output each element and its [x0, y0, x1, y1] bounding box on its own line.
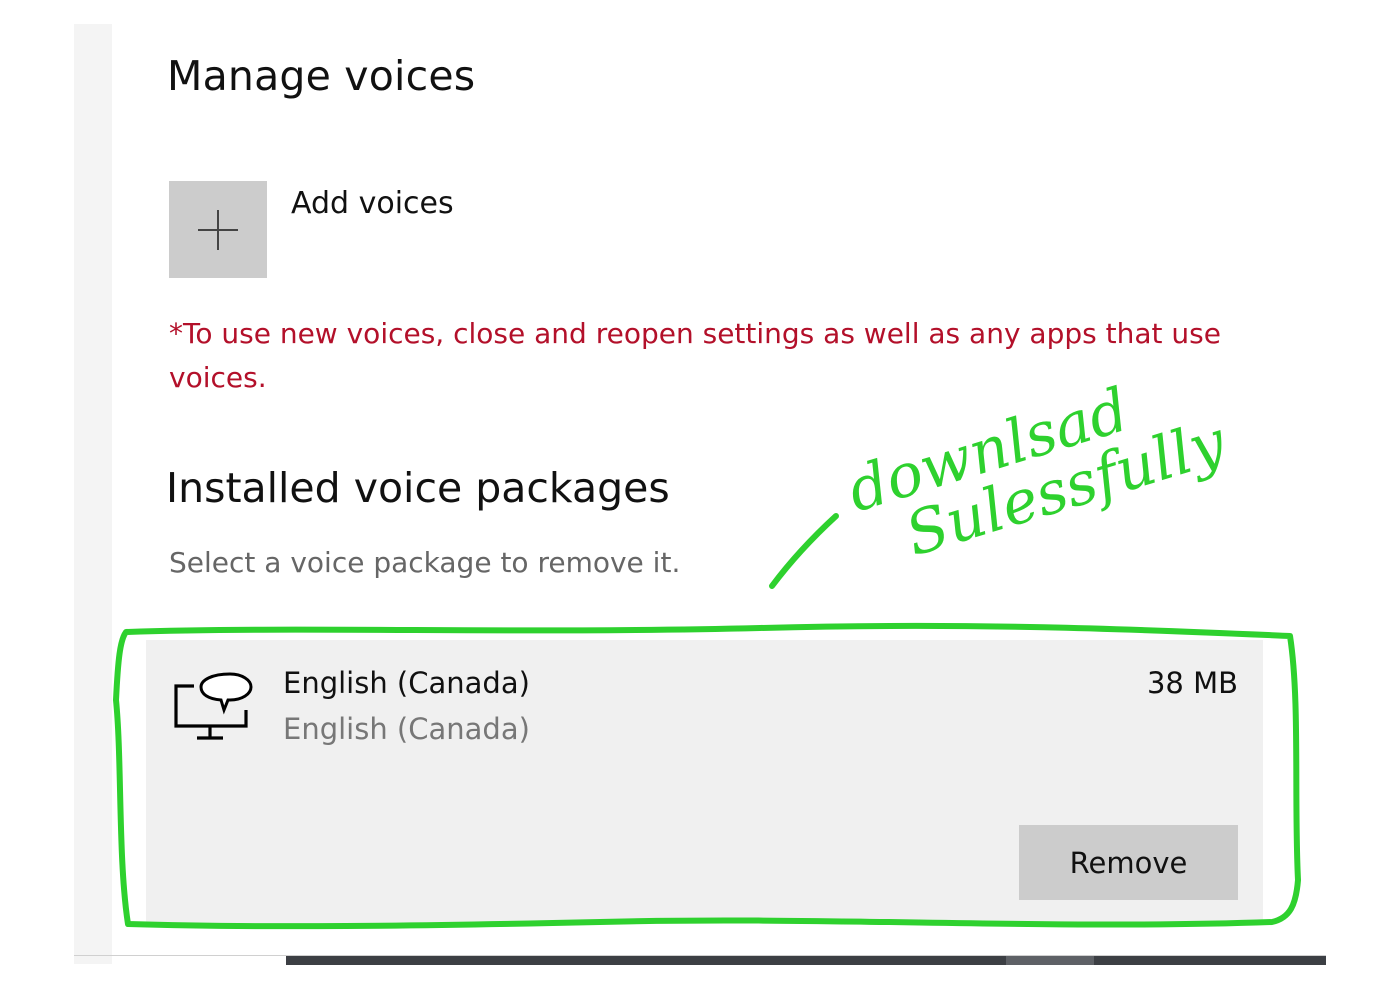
installed-packages-heading: Installed voice packages [166, 464, 670, 512]
installed-packages-instructions: Select a voice package to remove it. [169, 546, 681, 579]
settings-window: Manage voices Add voices *To use new voi… [0, 0, 1400, 989]
remove-button[interactable]: Remove [1019, 825, 1238, 900]
restart-notice: *To use new voices, close and reopen set… [169, 317, 1221, 394]
annotation-word-2: Sulessfully [898, 407, 1234, 570]
package-language: English (Canada) [283, 712, 530, 746]
scrollbar-thumb[interactable] [1006, 956, 1094, 965]
package-size: 38 MB [1146, 666, 1238, 700]
package-name: English (Canada) [283, 666, 530, 700]
voice-package-item[interactable]: English (Canada) English (Canada) 38 MB … [146, 640, 1263, 923]
speech-display-icon [174, 672, 253, 740]
add-voices-label[interactable]: Add voices [291, 186, 454, 221]
add-voices-button[interactable] [169, 181, 267, 278]
annotation-pointer [769, 513, 839, 589]
manage-voices-heading: Manage voices [167, 52, 476, 100]
left-panel-edge [74, 24, 112, 964]
plus-icon-vertical [217, 210, 219, 250]
horizontal-scrollbar[interactable] [286, 956, 1326, 965]
